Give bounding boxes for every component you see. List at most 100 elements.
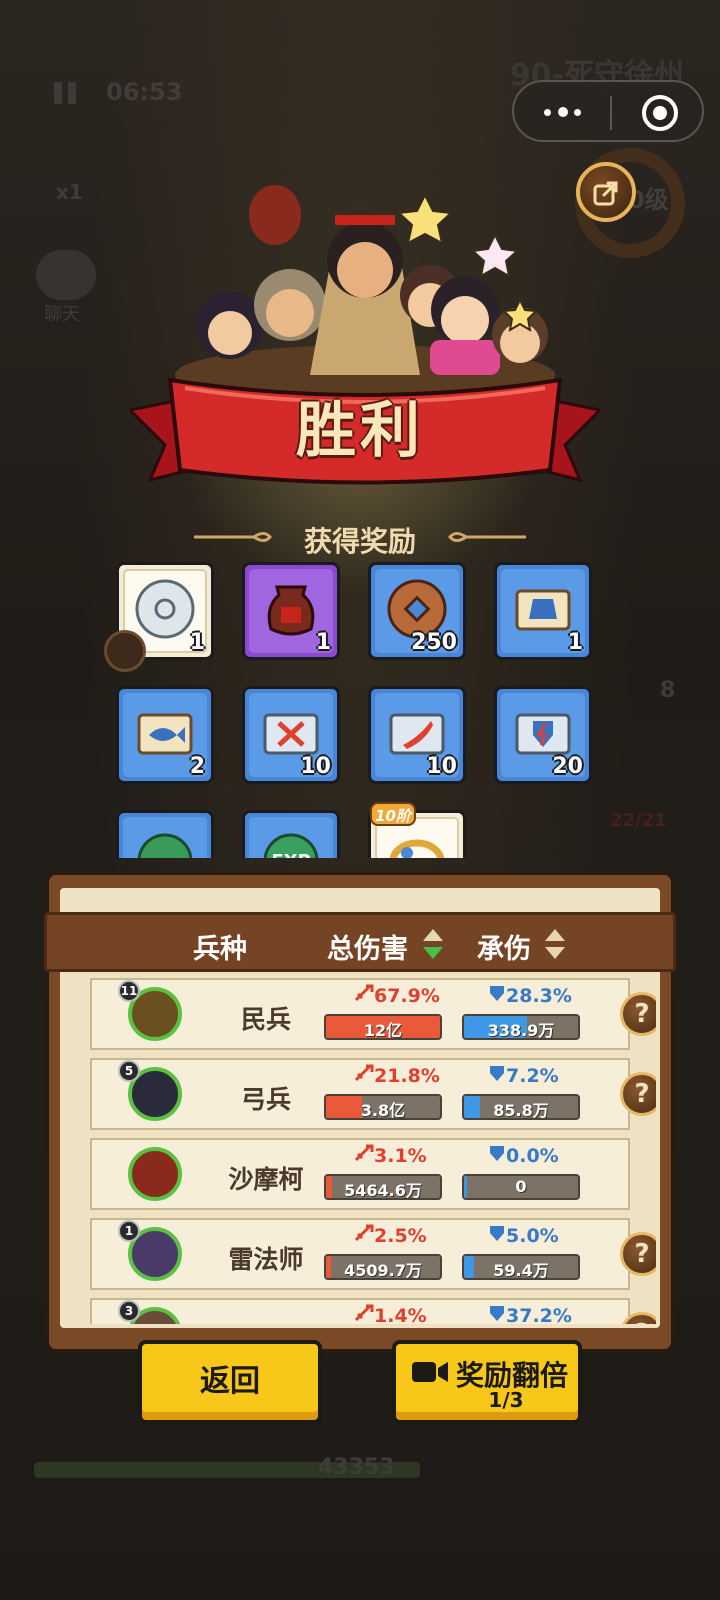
sword-icon bbox=[354, 1224, 374, 1247]
reward-item[interactable]: 10 bbox=[368, 686, 466, 784]
header-ornament-right bbox=[448, 532, 526, 542]
unit-row[interactable]: 3 1.4% 37.2%? bbox=[90, 1298, 656, 1324]
reward-item[interactable]: 2 bbox=[116, 686, 214, 784]
shield-icon bbox=[488, 1225, 506, 1247]
reward-qty: 20 bbox=[552, 754, 583, 779]
gold-ring-icon bbox=[389, 839, 445, 858]
unit-row[interactable]: 1 雷法师 2.5% 5.0% 4509.7万 59.4万? bbox=[90, 1218, 656, 1290]
taken-percent-value: 5.0% bbox=[506, 1225, 559, 1247]
rewards-header: 获得奖励 bbox=[303, 525, 416, 558]
double-reward-count: 1/3 bbox=[488, 1388, 524, 1412]
damage-bar-value: 3.8亿 bbox=[360, 1101, 406, 1120]
damage-percent-value: 67.9% bbox=[374, 985, 440, 1007]
shield-icon bbox=[488, 1065, 506, 1087]
unit-level-badge: 3 bbox=[118, 1300, 140, 1322]
shield-icon bbox=[488, 1305, 506, 1324]
damage-percent-value: 3.1% bbox=[374, 1145, 427, 1167]
unit-name: 沙摩柯 bbox=[228, 1165, 304, 1194]
shield-icon bbox=[488, 985, 506, 1007]
reward-item[interactable]: 20 bbox=[494, 686, 592, 784]
video-camera-icon bbox=[412, 1362, 448, 1382]
col-taken[interactable]: 承伤 bbox=[477, 927, 531, 966]
taken-bar: 338.9万 bbox=[462, 1014, 580, 1040]
unit-info-button[interactable]: ? bbox=[620, 1072, 656, 1116]
sword-icon bbox=[354, 1144, 374, 1167]
reward-qty: 2 bbox=[189, 754, 205, 779]
damage-sort-icon[interactable] bbox=[421, 927, 445, 961]
taken-bar: 0 bbox=[462, 1174, 580, 1200]
taken-percent-value: 37.2% bbox=[506, 1305, 572, 1324]
reward-item[interactable]: 250 bbox=[368, 562, 466, 660]
reward-grid[interactable]: 1 1 250 1 2 10 10 20 EXP bbox=[100, 560, 620, 858]
taken-bar-value: 59.4万 bbox=[493, 1261, 549, 1280]
sword-icon bbox=[354, 1064, 374, 1087]
double-reward-button[interactable]: 奖励翻倍 1/3 bbox=[392, 1340, 582, 1424]
taken-percent-value: 7.2% bbox=[506, 1065, 559, 1087]
taken-percent: 28.3% bbox=[488, 984, 572, 1007]
reward-qty: 1 bbox=[315, 630, 331, 655]
svg-text:EXP: EXP bbox=[271, 851, 310, 858]
jade-orb-icon bbox=[137, 833, 193, 858]
taken-percent: 0.0% bbox=[488, 1144, 559, 1167]
col-damage[interactable]: 总伤害 bbox=[327, 927, 408, 966]
back-button[interactable]: 返回 bbox=[138, 1340, 322, 1424]
reward-item[interactable]: 10 bbox=[242, 686, 340, 784]
reward-qty: 1 bbox=[189, 630, 205, 655]
taken-bar-value: 338.9万 bbox=[487, 1021, 555, 1040]
boot-badge-icon bbox=[104, 630, 146, 672]
exp-orb-icon: EXP bbox=[263, 833, 319, 858]
shield-icon bbox=[488, 1145, 506, 1167]
victory-heroes-illustration bbox=[175, 185, 555, 400]
unit-row[interactable]: 沙摩柯 3.1% 0.0% 5464.6万 0 bbox=[90, 1138, 630, 1210]
reward-item[interactable]: 1 bbox=[242, 562, 340, 660]
taken-percent-value: 0.0% bbox=[506, 1145, 559, 1167]
taken-bar: 59.4万 bbox=[462, 1254, 580, 1280]
close-miniprogram-icon[interactable] bbox=[642, 95, 678, 131]
taken-sort-icon[interactable] bbox=[543, 927, 567, 961]
stats-list[interactable]: 11 民兵 67.9% 28.3% 12亿 338.9万? 5 弓兵 21.8% 7.2% 3.8亿… bbox=[64, 972, 656, 1324]
stats-header: 兵种 总伤害 承伤 bbox=[44, 912, 676, 972]
taken-percent: 7.2% bbox=[488, 1064, 559, 1087]
unit-level-badge: 1 bbox=[118, 1220, 140, 1242]
sword-icon bbox=[354, 984, 374, 1007]
reward-qty: 250 bbox=[411, 630, 457, 655]
taken-bar-value: 85.8万 bbox=[493, 1101, 549, 1120]
damage-percent: 67.9% bbox=[354, 984, 440, 1007]
damage-percent: 21.8% bbox=[354, 1064, 440, 1087]
victory-title: 胜利 bbox=[296, 396, 424, 466]
armor-scroll-icon bbox=[515, 589, 571, 631]
unit-name: 弓兵 bbox=[240, 1085, 291, 1114]
unit-level-badge: 11 bbox=[118, 980, 140, 1002]
damage-bar: 4509.7万 bbox=[324, 1254, 442, 1280]
taken-percent: 5.0% bbox=[488, 1224, 559, 1247]
reward-item[interactable]: EXP bbox=[242, 810, 340, 858]
share-button[interactable] bbox=[576, 162, 636, 222]
sword-icon bbox=[354, 1304, 374, 1324]
reward-qty: 10 bbox=[426, 754, 457, 779]
silver-disc-icon bbox=[135, 579, 195, 639]
unit-row[interactable]: 11 民兵 67.9% 28.3% 12亿 338.9万? bbox=[90, 978, 656, 1050]
reward-item[interactable]: 1 bbox=[494, 562, 592, 660]
fish-scroll-icon bbox=[137, 713, 193, 755]
taken-bar: 85.8万 bbox=[462, 1094, 580, 1120]
share-icon bbox=[593, 181, 618, 206]
damage-percent: 3.1% bbox=[354, 1144, 427, 1167]
taken-bar-value: 0 bbox=[515, 1177, 527, 1196]
unit-info-button[interactable]: ? bbox=[620, 1312, 656, 1324]
damage-percent-value: 2.5% bbox=[374, 1225, 427, 1247]
reward-item[interactable] bbox=[116, 810, 214, 858]
wine-jar-icon bbox=[267, 585, 315, 636]
unit-name: 民兵 bbox=[240, 1005, 291, 1034]
unit-row[interactable]: 5 弓兵 21.8% 7.2% 3.8亿 85.8万? bbox=[90, 1058, 656, 1130]
miniprogram-capsule bbox=[512, 80, 704, 142]
damage-bar: 5464.6万 bbox=[324, 1174, 442, 1200]
damage-percent-value: 1.4% bbox=[374, 1305, 427, 1324]
col-unit: 兵种 bbox=[193, 934, 247, 965]
damage-percent: 2.5% bbox=[354, 1224, 427, 1247]
more-menu-icon[interactable] bbox=[544, 104, 594, 120]
unit-level-badge: 5 bbox=[118, 1060, 140, 1082]
unit-info-button[interactable]: ? bbox=[620, 1232, 656, 1276]
damage-bar-value: 5464.6万 bbox=[344, 1181, 422, 1200]
damage-bar: 12亿 bbox=[324, 1014, 442, 1040]
unit-info-button[interactable]: ? bbox=[620, 992, 656, 1036]
